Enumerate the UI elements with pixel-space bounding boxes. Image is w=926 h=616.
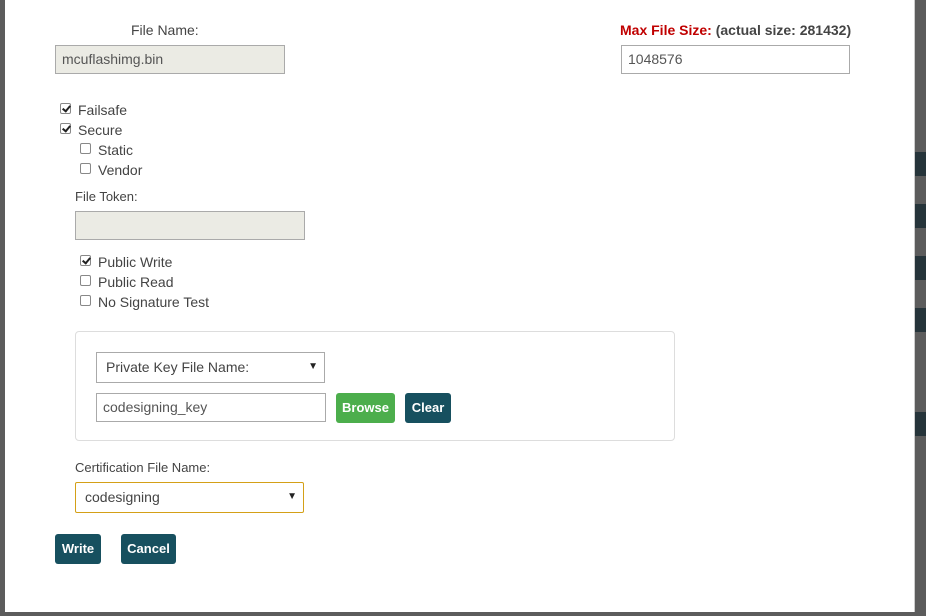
private-key-file-input[interactable]: codesigning_key [96,393,326,422]
file-token-field[interactable] [75,211,305,240]
clear-button[interactable]: Clear [405,393,451,423]
public-write-checkbox[interactable] [80,255,91,266]
backdrop-row [914,308,926,332]
static-checkbox[interactable] [80,143,91,154]
actual-size-text: (actual size: 281432) [715,22,852,38]
public-read-label: Public Read [98,274,174,290]
backdrop-row [914,204,926,228]
private-key-panel: Private Key File Name: ▼ codesigning_key… [75,331,675,441]
private-key-select[interactable]: Private Key File Name: ▼ [96,352,325,383]
failsafe-label: Failsafe [78,102,128,118]
secure-checkbox[interactable] [60,123,71,134]
public-write-label: Public Write [98,254,173,270]
cancel-button[interactable]: Cancel [121,534,176,564]
chevron-down-icon: ▼ [308,361,318,372]
max-file-size-heading: Max File Size: (actual size: 281432) [620,22,851,38]
backdrop-row [914,256,926,280]
no-signature-test-label: No Signature Test [98,294,210,310]
backdrop-row [914,152,926,176]
certification-select-value: codesigning [85,489,160,505]
file-name-field[interactable]: mcuflashimg.bin [55,45,285,74]
static-label: Static [98,142,134,158]
public-read-checkbox[interactable] [80,275,91,286]
file-token-label: File Token: [75,189,138,204]
vendor-checkbox[interactable] [80,163,91,174]
write-button[interactable]: Write [55,534,101,564]
no-signature-test-checkbox[interactable] [80,295,91,306]
file-name-label: File Name: [131,22,199,38]
certification-select[interactable]: codesigning ▼ [75,482,304,513]
vendor-label: Vendor [98,162,143,178]
max-file-size-input[interactable]: 1048576 [621,45,850,74]
secure-label: Secure [78,122,123,138]
backdrop-row [914,412,926,436]
browse-button[interactable]: Browse [336,393,395,423]
private-key-select-value: Private Key File Name: [106,359,250,375]
certification-label: Certification File Name: [75,460,211,475]
failsafe-checkbox[interactable] [60,103,71,114]
chevron-down-icon: ▼ [287,491,297,502]
max-file-size-label: Max File Size: [620,22,712,38]
write-file-dialog: File Name: mcuflashimg.bin Max File Size… [5,0,915,612]
